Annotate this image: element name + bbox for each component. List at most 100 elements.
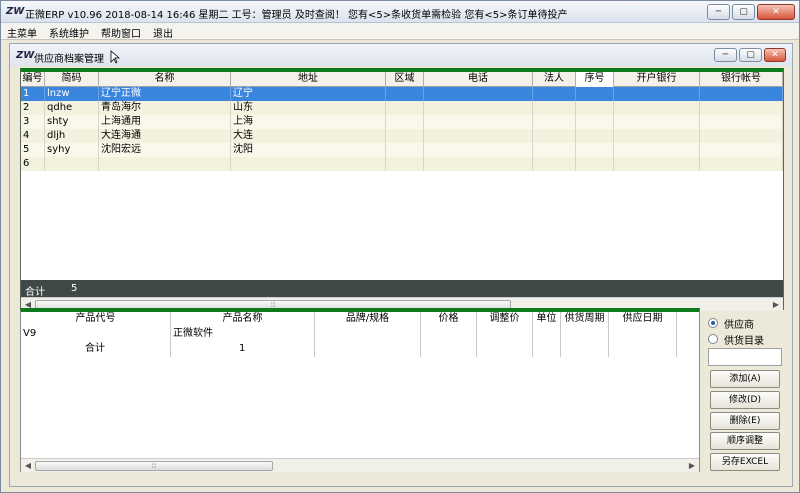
- col-account[interactable]: 银行帐号: [700, 72, 783, 87]
- col-adj-price[interactable]: 调整价: [477, 312, 533, 327]
- supplier-window: ZW 供应商档案管理 ─ ▢ ✕ 编号 简码 名称 地址 区域 电话 法人 序号…: [9, 43, 793, 487]
- radio-catalog[interactable]: 供货目录: [708, 332, 764, 347]
- col-unit[interactable]: 单位: [533, 312, 561, 327]
- radio-supplier-label: 供应商: [724, 319, 754, 331]
- col-legal[interactable]: 法人: [533, 72, 576, 87]
- cell-name: 青岛海尔: [99, 101, 231, 115]
- scroll-left-icon[interactable]: ◀: [21, 460, 35, 472]
- cell-account: [700, 157, 783, 171]
- close-icon[interactable]: ✕: [757, 4, 795, 20]
- table-row[interactable]: 2 qdhe 青岛海尔 山东: [21, 101, 783, 115]
- cell-num: 5: [21, 143, 45, 157]
- table-row[interactable]: 6: [21, 157, 783, 171]
- cell-bank: [614, 143, 700, 157]
- child-logo-icon: ZW: [16, 50, 35, 61]
- cell-code: syhy: [45, 143, 99, 157]
- cell-account: [700, 129, 783, 143]
- child-minimize-icon[interactable]: ─: [714, 48, 737, 62]
- window-title: 正微ERP v10.96 2018-08-14 16:46 星期二 工号：管理员…: [25, 10, 568, 21]
- cell-name: 辽宁正微: [99, 87, 231, 101]
- cell-supply-date: [609, 327, 677, 342]
- cell-num: 3: [21, 115, 45, 129]
- cell-name: 大连海通: [99, 129, 231, 143]
- col-address[interactable]: 地址: [231, 72, 386, 87]
- cell-seq: [576, 157, 614, 171]
- table-row[interactable]: 5 syhy 沈阳宏远 沈阳: [21, 143, 783, 157]
- col-period[interactable]: 供货周期: [561, 312, 609, 327]
- cell-seq: [576, 101, 614, 115]
- cell-account: [700, 143, 783, 157]
- reorder-button[interactable]: 顺序调整: [710, 432, 780, 450]
- cell-empty: [533, 342, 561, 357]
- cell-product-code: V9: [21, 327, 171, 342]
- list-item[interactable]: V9 正微软件: [21, 327, 699, 342]
- cell-legal: [533, 87, 576, 101]
- cell-phone: [424, 115, 533, 129]
- cell-bank: [614, 157, 700, 171]
- radio-unselected-icon[interactable]: [708, 334, 718, 344]
- cell-address: 大连: [231, 129, 386, 143]
- menu-system[interactable]: 系统维护: [43, 23, 95, 40]
- menu-main[interactable]: 主菜单: [1, 23, 43, 40]
- cell-region: [386, 129, 424, 143]
- export-excel-button[interactable]: 另存EXCEL: [710, 453, 780, 471]
- cell-seq: [576, 87, 614, 101]
- filter-input[interactable]: [708, 348, 782, 366]
- menu-help[interactable]: 帮助窗口: [95, 23, 147, 40]
- cell-legal: [533, 143, 576, 157]
- minimize-icon[interactable]: ─: [707, 4, 730, 20]
- cell-name: [99, 157, 231, 171]
- col-brand[interactable]: 品牌/规格: [315, 312, 421, 327]
- col-phone[interactable]: 电话: [424, 72, 533, 87]
- child-title-bar: ZW 供应商档案管理 ─ ▢ ✕: [10, 44, 792, 66]
- col-product-name[interactable]: 产品名称: [171, 312, 315, 327]
- scroll-thumb[interactable]: ⦙⦙⦙: [35, 461, 273, 471]
- delete-button[interactable]: 删除(E): [710, 412, 780, 430]
- cell-code: qdhe: [45, 101, 99, 115]
- list-item-total: 合计 1: [21, 342, 699, 357]
- cell-empty: [561, 342, 609, 357]
- add-button[interactable]: 添加(A): [710, 370, 780, 388]
- scroll-right-icon[interactable]: ▶: [769, 299, 783, 311]
- col-code[interactable]: 简码: [45, 72, 99, 87]
- maximize-icon[interactable]: ▢: [732, 4, 755, 20]
- modify-button[interactable]: 修改(D): [710, 391, 780, 409]
- radio-supplier[interactable]: 供应商: [708, 316, 754, 331]
- cell-legal: [533, 115, 576, 129]
- cell-address: 山东: [231, 101, 386, 115]
- bottom-horizontal-scrollbar[interactable]: ◀ ⦙⦙⦙ ▶: [21, 458, 699, 472]
- cell-bank: [614, 87, 700, 101]
- cell-empty: [421, 342, 477, 357]
- cell-legal: [533, 101, 576, 115]
- col-num[interactable]: 编号: [21, 72, 45, 87]
- table-row[interactable]: 4 dljh 大连海通 大连: [21, 129, 783, 143]
- cell-phone: [424, 157, 533, 171]
- cell-account: [700, 101, 783, 115]
- cell-phone: [424, 143, 533, 157]
- cell-legal: [533, 129, 576, 143]
- child-maximize-icon[interactable]: ▢: [739, 48, 762, 62]
- col-region[interactable]: 区域: [386, 72, 424, 87]
- table-row[interactable]: 1 lnzw 辽宁正微 辽宁: [21, 87, 783, 101]
- scroll-right-icon[interactable]: ▶: [685, 460, 699, 472]
- table-row[interactable]: 3 shty 上海通用 上海: [21, 115, 783, 129]
- radio-selected-icon[interactable]: [708, 318, 718, 328]
- col-seq[interactable]: 序号: [576, 72, 614, 87]
- child-close-icon[interactable]: ✕: [764, 48, 786, 62]
- col-bank[interactable]: 开户银行: [614, 72, 700, 87]
- title-bar: ZW 正微ERP v10.96 2018-08-14 16:46 星期二 工号：…: [1, 1, 799, 23]
- cell-code: shty: [45, 115, 99, 129]
- menu-exit[interactable]: 退出: [147, 23, 179, 40]
- col-price[interactable]: 价格: [421, 312, 477, 327]
- col-supply-date[interactable]: 供应日期: [609, 312, 677, 327]
- cell-region: [386, 157, 424, 171]
- col-product-code[interactable]: 产品代号: [21, 312, 171, 327]
- col-name[interactable]: 名称: [99, 72, 231, 87]
- footer-count: 5: [71, 283, 78, 294]
- cell-region: [386, 115, 424, 129]
- cell-address: [231, 157, 386, 171]
- cell-account: [700, 87, 783, 101]
- cell-bank: [614, 115, 700, 129]
- menu-bar: 主菜单 系统维护 帮助窗口 退出: [1, 23, 799, 40]
- cell-price: [421, 327, 477, 342]
